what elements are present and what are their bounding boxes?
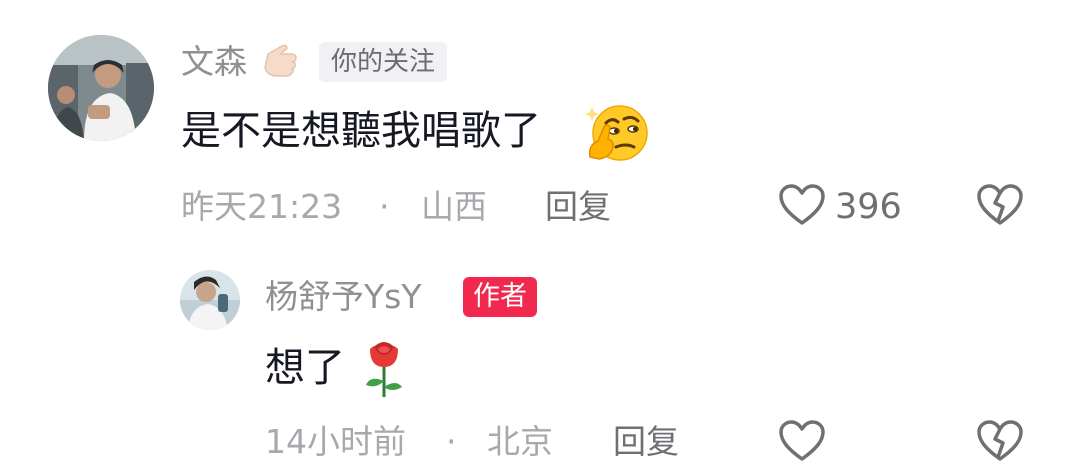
dislike-broken-heart-icon[interactable] [976,183,1024,227]
reply-author-avatar[interactable] [180,270,240,330]
rose-icon [360,335,408,399]
thinking-face-icon [584,101,650,163]
reply-author-username[interactable]: 杨舒予YsY [265,277,422,317]
reply-separator: · [446,422,457,461]
reply-dislike-broken-heart-icon[interactable] [976,419,1024,463]
like-heart-icon[interactable] [778,183,826,227]
comment-location: 山西 [421,187,487,226]
reply-button[interactable]: 回复 [545,185,611,229]
follow-tag: 你的关注 [319,42,448,82]
comment-time: 昨天21:23 [181,187,343,226]
reply-text: 想了 [265,345,345,391]
author-tag: 作者 [463,277,537,317]
comment-separator: · [379,187,390,226]
commenter-username[interactable]: 文森 [181,42,247,82]
reply-reply-button[interactable]: 回复 [613,420,679,464]
like-count: 396 [835,187,902,227]
pointing-hand-icon [258,40,302,84]
reply-location: 北京 [487,422,553,461]
commenter-avatar[interactable] [48,35,154,141]
reply-time: 14小时前 [265,422,406,461]
comment-text: 是不是想聽我唱歌了 [181,108,541,154]
reply-like-heart-icon[interactable] [778,419,826,463]
